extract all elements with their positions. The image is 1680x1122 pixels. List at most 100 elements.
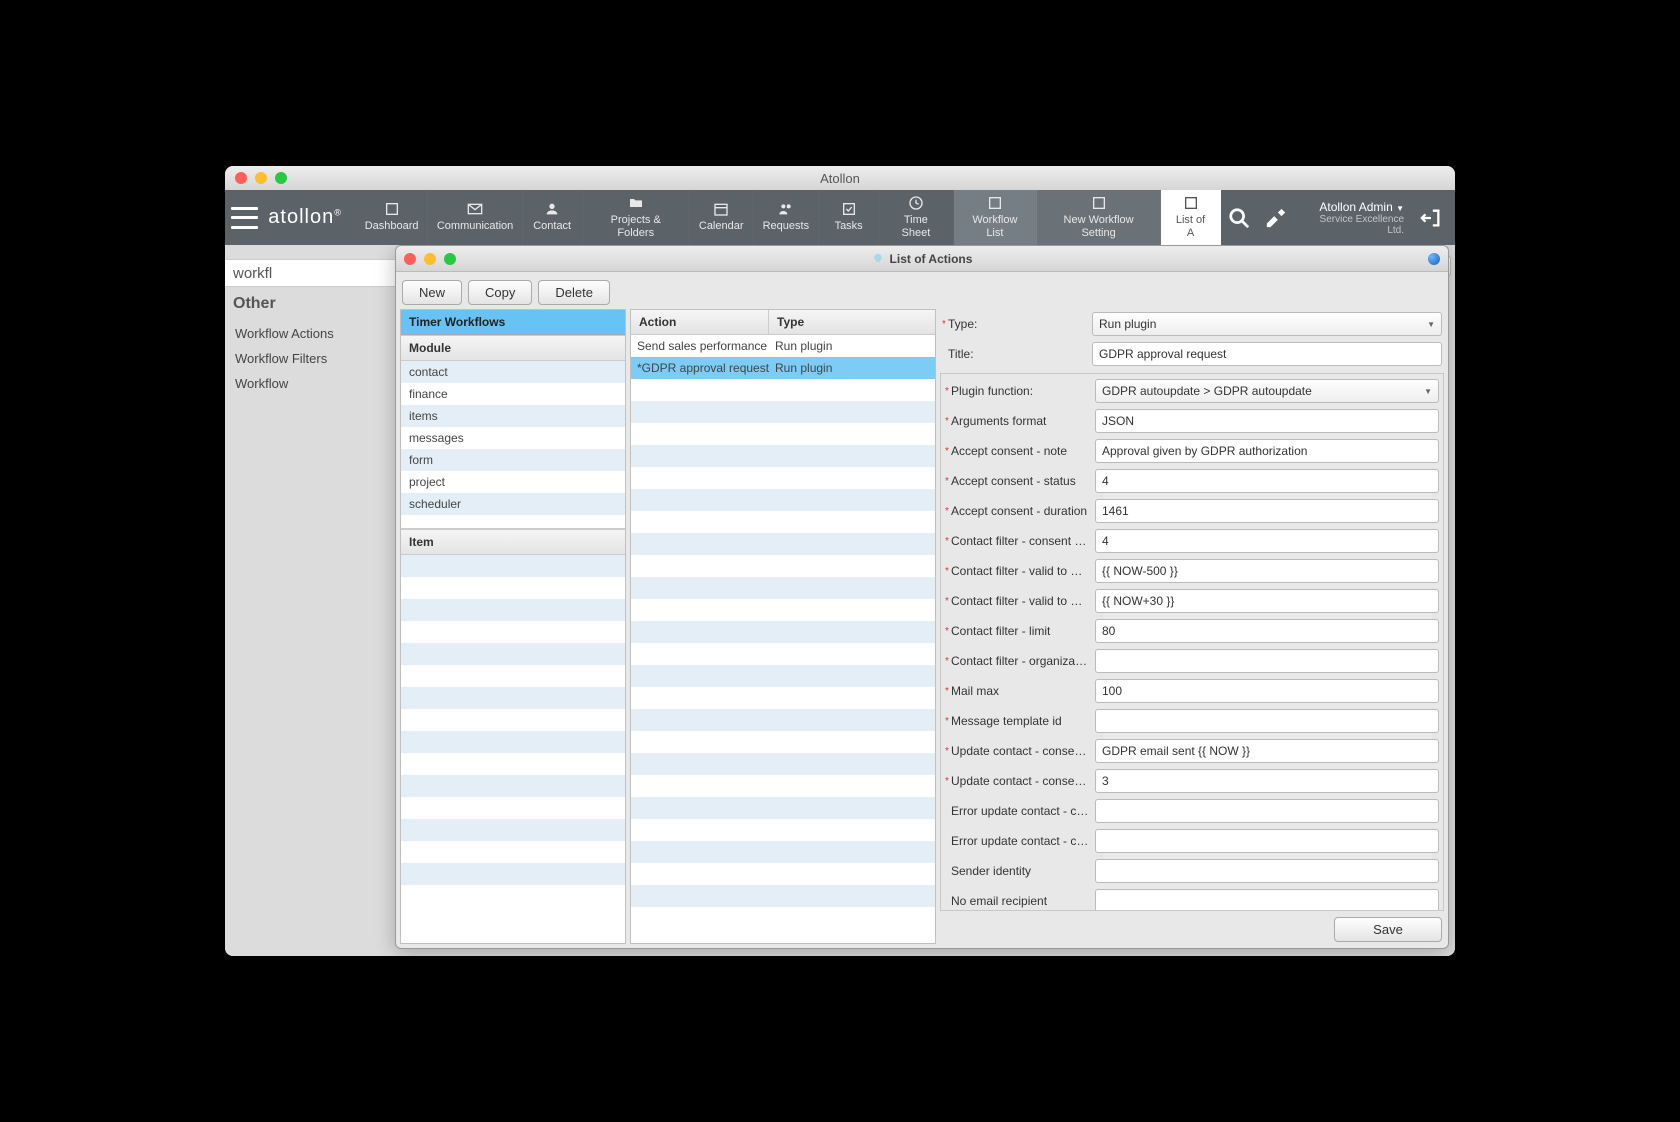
item-row[interactable] (401, 731, 625, 753)
action-row[interactable] (631, 621, 935, 643)
action-row[interactable] (631, 797, 935, 819)
item-row[interactable] (401, 709, 625, 731)
action-row[interactable] (631, 511, 935, 533)
item-row[interactable] (401, 577, 625, 599)
item-row[interactable] (401, 621, 625, 643)
field-input[interactable] (1095, 439, 1439, 463)
action-row[interactable] (631, 555, 935, 577)
item-row[interactable] (401, 841, 625, 863)
action-row[interactable] (631, 665, 935, 687)
field-input[interactable] (1095, 649, 1439, 673)
module-row[interactable]: items (401, 405, 625, 427)
sidebar-item-0[interactable]: Workflow Actions (233, 321, 393, 346)
nav-item-0[interactable]: Dashboard (356, 190, 429, 245)
type-select[interactable]: Run plugin (1092, 312, 1442, 336)
field-input[interactable] (1095, 559, 1439, 583)
nav-item-8[interactable]: Workflow List (954, 190, 1037, 245)
app-window: Atollon atollon® DashboardCommunicationC… (225, 166, 1455, 956)
action-row[interactable]: *GDPR approval requestRun plugin (631, 357, 935, 379)
action-row[interactable] (631, 533, 935, 555)
field-label: Contact filter - limit (945, 624, 1089, 638)
module-row[interactable]: finance (401, 383, 625, 405)
action-row[interactable] (631, 445, 935, 467)
item-row[interactable] (401, 687, 625, 709)
item-row[interactable] (401, 599, 625, 621)
nav-item-10[interactable]: List of A (1161, 190, 1221, 245)
delete-button[interactable]: Delete (538, 280, 610, 305)
nav-item-3[interactable]: Projects & Folders (583, 190, 690, 245)
action-row[interactable] (631, 643, 935, 665)
nav-item-4[interactable]: Calendar (690, 190, 754, 245)
search-icon[interactable] (1221, 190, 1258, 245)
menu-icon[interactable] (231, 207, 258, 229)
action-row[interactable] (631, 687, 935, 709)
field-select[interactable]: GDPR autoupdate > GDPR autoupdate (1095, 379, 1439, 403)
action-row[interactable] (631, 709, 935, 731)
field-input[interactable] (1095, 799, 1439, 823)
field-input[interactable] (1095, 589, 1439, 613)
action-row[interactable] (631, 863, 935, 885)
item-row[interactable] (401, 775, 625, 797)
field-label: Arguments format (945, 414, 1089, 428)
field-input[interactable] (1095, 829, 1439, 853)
item-row[interactable] (401, 753, 625, 775)
user-block[interactable]: Atollon Admin ▼ Service Excellence Ltd. (1295, 200, 1412, 236)
field-input[interactable] (1095, 859, 1439, 883)
item-row[interactable] (401, 555, 625, 577)
module-row[interactable]: scheduler (401, 493, 625, 515)
field-input[interactable] (1095, 889, 1439, 911)
save-button[interactable]: Save (1334, 917, 1442, 942)
action-row[interactable]: Send sales performance reRun plugin (631, 335, 935, 357)
field-input[interactable] (1095, 739, 1439, 763)
nav-item-6[interactable]: Tasks (819, 190, 879, 245)
module-row[interactable]: project (401, 471, 625, 493)
item-row[interactable] (401, 885, 625, 907)
nav-item-2[interactable]: Contact (523, 190, 583, 245)
item-row[interactable] (401, 643, 625, 665)
action-row[interactable] (631, 599, 935, 621)
sidebar-item-1[interactable]: Workflow Filters (233, 346, 393, 371)
field-input[interactable] (1095, 619, 1439, 643)
action-row[interactable] (631, 489, 935, 511)
field-input[interactable] (1095, 679, 1439, 703)
logout-icon[interactable] (1412, 190, 1449, 245)
item-row[interactable] (401, 819, 625, 841)
action-row[interactable] (631, 841, 935, 863)
action-row[interactable] (631, 819, 935, 841)
module-row[interactable]: form (401, 449, 625, 471)
item-row[interactable] (401, 665, 625, 687)
nav-item-1[interactable]: Communication (428, 190, 522, 245)
field-label: Mail max (945, 684, 1089, 698)
item-row[interactable] (401, 863, 625, 885)
field-label: Error update contact - cons... (945, 834, 1089, 848)
field-input[interactable] (1095, 499, 1439, 523)
action-row[interactable] (631, 467, 935, 489)
module-row[interactable]: messages (401, 427, 625, 449)
copy-button[interactable]: Copy (468, 280, 532, 305)
action-row[interactable] (631, 401, 935, 423)
action-row[interactable] (631, 577, 935, 599)
module-row[interactable]: contact (401, 361, 625, 383)
new-button[interactable]: New (402, 280, 462, 305)
nav-item-7[interactable]: Time Sheet (879, 190, 954, 245)
item-row[interactable] (401, 797, 625, 819)
type-label: Type: (942, 317, 1086, 331)
nav-item-9[interactable]: New Workflow Setting (1037, 190, 1161, 245)
title-input[interactable] (1092, 342, 1442, 366)
inner-window-title: List of Actions (890, 252, 973, 266)
action-row[interactable] (631, 423, 935, 445)
action-row[interactable] (631, 379, 935, 401)
tools-icon[interactable] (1258, 190, 1295, 245)
field-input[interactable] (1095, 469, 1439, 493)
action-row[interactable] (631, 885, 935, 907)
action-row[interactable] (631, 731, 935, 753)
user-org: Service Excellence Ltd. (1303, 214, 1404, 236)
field-input[interactable] (1095, 709, 1439, 733)
field-input[interactable] (1095, 409, 1439, 433)
field-input[interactable] (1095, 529, 1439, 553)
nav-item-5[interactable]: Requests (754, 190, 820, 245)
action-row[interactable] (631, 753, 935, 775)
field-input[interactable] (1095, 769, 1439, 793)
sidebar-item-2[interactable]: Workflow (233, 371, 393, 396)
action-row[interactable] (631, 775, 935, 797)
